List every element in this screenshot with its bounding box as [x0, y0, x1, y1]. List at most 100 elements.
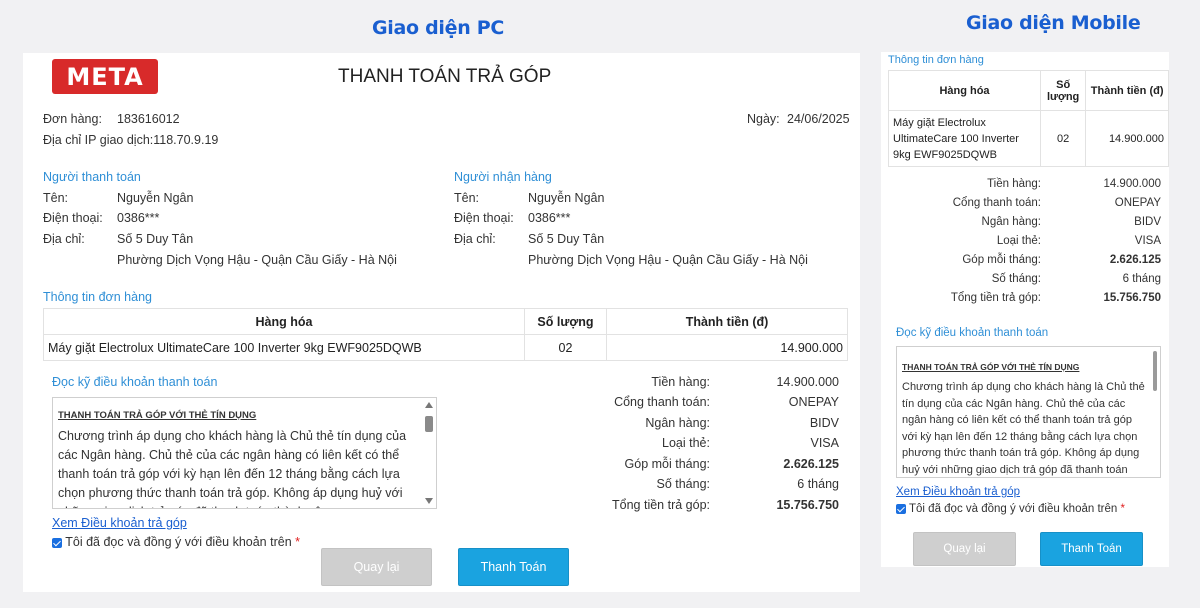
m-summary-label-4: Loại thẻ:: [996, 235, 1041, 247]
cell-amount: 14.900.000: [606, 334, 848, 361]
payer-name: Nguyễn Ngân: [117, 191, 194, 205]
cell-product: Máy giặt Electrolux UltimateCare 100 Inv…: [43, 334, 525, 361]
col-header-qty: Số lượng: [524, 308, 607, 335]
terms-scrollbar[interactable]: [424, 400, 434, 506]
pc-heading: Giao diện PC: [372, 17, 505, 39]
summary-value-6: 6 tháng: [797, 477, 839, 491]
cell-qty: 02: [524, 334, 607, 361]
agree-checkbox-row[interactable]: Tôi đã đọc và đồng ý với điều khoản trên…: [52, 535, 300, 549]
required-mark: *: [295, 535, 301, 549]
summary-value-7: 15.756.750: [776, 498, 839, 512]
summary-value-4: VISA: [810, 436, 840, 450]
summary-label-2: Cổng thanh toán:: [614, 395, 710, 409]
terms-heading: THANH TOÁN TRẢ GÓP VỚI THẺ TÍN DỤNG: [58, 410, 257, 421]
m-order-info-title: Thông tin đơn hàng: [888, 54, 984, 66]
summary-label-5: Góp mỗi tháng:: [624, 457, 710, 471]
payer-title: Người thanh toán: [43, 170, 141, 184]
m-terms-scrollbar[interactable]: [1153, 349, 1158, 475]
order-label: Đơn hàng:: [43, 112, 102, 126]
scroll-down-icon[interactable]: [425, 498, 433, 504]
m-terms-link[interactable]: Xem Điều khoản trả góp: [896, 486, 1020, 498]
agree-checkbox[interactable]: [52, 537, 62, 548]
m-terms-box[interactable]: THANH TOÁN TRẢ GÓP VỚI THẺ TÍN DỤNG Chươ…: [896, 346, 1161, 478]
order-number: 183616012: [117, 112, 180, 126]
summary-label-6: Số tháng:: [656, 477, 710, 491]
meta-logo: META: [52, 59, 158, 94]
receiver-addr-label: Địa chỉ:: [454, 232, 496, 246]
m-required-mark: *: [1120, 503, 1125, 515]
terms-link[interactable]: Xem Điều khoản trả góp: [52, 516, 187, 530]
m-terms-heading: THANH TOÁN TRẢ GÓP VỚI THẺ TÍN DỤNG: [902, 362, 1080, 372]
receiver-name-label: Tên:: [454, 191, 480, 205]
m-summary-value-2: ONEPAY: [1114, 197, 1161, 209]
m-terms-body: Chương trình áp dụng cho khách hàng là C…: [902, 381, 1145, 476]
summary-label-3: Ngân hàng:: [645, 416, 710, 430]
m-summary-value-5: 2.626.125: [1109, 254, 1161, 266]
order-table: Hàng hóa Số lượng Thành tiền (đ) Máy giặ…: [43, 308, 848, 361]
payer-addr2: Phường Dịch Vọng Hậu - Quận Cầu Giấy - H…: [117, 253, 397, 267]
m-cell-amount: 14.900.000: [1085, 110, 1169, 167]
scroll-thumb[interactable]: [425, 416, 433, 432]
m-col-header-amount: Thành tiền (đ): [1085, 70, 1169, 111]
m-cell-qty: 02: [1039, 110, 1087, 167]
summary-value-3: BIDV: [809, 416, 839, 430]
m-summary-value-7: 15.756.750: [1103, 292, 1161, 304]
summary-value-5: 2.626.125: [783, 457, 839, 471]
order-info-title: Thông tin đơn hàng: [43, 290, 152, 304]
col-header-product: Hàng hóa: [43, 308, 525, 335]
receiver-addr1: Số 5 Duy Tân: [528, 232, 605, 246]
payer-phone-label: Điện thoại:: [43, 211, 103, 225]
receiver-phone: 0386***: [528, 211, 571, 225]
m-col-header-qty: Số lượng: [1039, 70, 1087, 111]
summary-label-7: Tổng tiền trả góp:: [612, 498, 710, 512]
m-summary-label-2: Cổng thanh toán:: [952, 197, 1041, 209]
summary-value-2: ONEPAY: [788, 395, 839, 409]
receiver-title: Người nhận hàng: [454, 170, 552, 184]
receiver-addr2: Phường Dịch Vọng Hậu - Quận Cầu Giấy - H…: [528, 253, 808, 267]
scroll-up-icon[interactable]: [425, 402, 433, 408]
page-title: THANH TOÁN TRẢ GÓP: [338, 66, 552, 87]
m-pay-button[interactable]: Thanh Toán: [1040, 532, 1143, 566]
table-row: Máy giặt Electrolux UltimateCare 100 Inv…: [43, 334, 848, 361]
payer-phone: 0386***: [117, 211, 160, 225]
payer-addr-label: Địa chỉ:: [43, 232, 85, 246]
payer-addr1: Số 5 Duy Tân: [117, 232, 194, 246]
agree-text: Tôi đã đọc và đồng ý với điều khoản trên: [65, 535, 292, 549]
pay-button[interactable]: Thanh Toán: [458, 548, 569, 586]
m-summary-value-1: 14.900.000: [1103, 178, 1161, 190]
back-button[interactable]: Quay lại: [321, 548, 432, 586]
mobile-panel: Thông tin đơn hàng Hàng hóa Số lượng Thà…: [881, 52, 1169, 567]
m-summary-value-6: 6 tháng: [1122, 273, 1161, 285]
m-col-header-product: Hàng hóa: [888, 70, 1041, 111]
m-summary-value-4: VISA: [1134, 235, 1161, 247]
m-table-row: Máy giặt Electrolux UltimateCare 100 Inv…: [888, 110, 1169, 167]
pc-panel: META THANH TOÁN TRẢ GÓP Đơn hàng: 183616…: [23, 53, 860, 592]
m-summary-label-1: Tiền hàng:: [987, 178, 1041, 190]
m-summary-label-7: Tổng tiền trả góp:: [950, 292, 1041, 304]
summary-label-1: Tiền hàng:: [651, 375, 710, 389]
receiver-name: Nguyễn Ngân: [528, 191, 605, 205]
m-summary-label-6: Số tháng:: [991, 273, 1041, 285]
ip-address: Địa chỉ IP giao dịch:118.70.9.19: [43, 133, 219, 147]
terms-title: Đọc kỹ điều khoản thanh toán: [52, 375, 218, 389]
m-summary-label-5: Góp mỗi tháng:: [962, 254, 1041, 266]
payer-name-label: Tên:: [43, 191, 69, 205]
summary-value-1: 14.900.000: [776, 375, 839, 389]
receiver-phone-label: Điện thoại:: [454, 211, 514, 225]
summary-label-4: Loại thẻ:: [662, 436, 710, 450]
terms-box[interactable]: THANH TOÁN TRẢ GÓP VỚI THẺ TÍN DỤNG Chươ…: [52, 397, 437, 509]
date-label: Ngày:: [747, 112, 780, 126]
m-summary-label-3: Ngân hàng:: [981, 216, 1041, 228]
m-scroll-thumb[interactable]: [1153, 351, 1157, 391]
m-agree-text: Tôi đã đọc và đồng ý với điều khoản trên: [909, 503, 1118, 515]
m-back-button[interactable]: Quay lại: [913, 532, 1016, 566]
m-cell-product: Máy giặt Electrolux UltimateCare 100 Inv…: [888, 110, 1041, 167]
m-agree-checkbox-row[interactable]: Tôi đã đọc và đồng ý với điều khoản trên…: [896, 503, 1125, 515]
m-agree-checkbox[interactable]: [896, 503, 906, 514]
m-order-table: Hàng hóa Số lượng Thành tiền (đ) Máy giặ…: [888, 70, 1169, 167]
date-value: 24/06/2025: [787, 112, 850, 126]
mobile-heading: Giao diện Mobile: [966, 12, 1141, 34]
m-terms-title: Đọc kỹ điều khoản thanh toán: [896, 327, 1049, 339]
terms-body: Chương trình áp dụng cho khách hàng là C…: [58, 429, 407, 508]
m-summary-value-3: BIDV: [1134, 216, 1161, 228]
